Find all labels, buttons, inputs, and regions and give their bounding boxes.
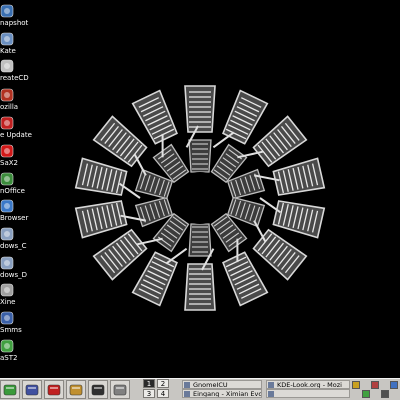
yast-icon (0, 338, 14, 353)
panel-launcher-2[interactable] (22, 380, 42, 399)
mail-icon (184, 391, 190, 397)
workspace-3[interactable]: 3 (143, 389, 155, 398)
desktop-icon-label: dows_D (0, 271, 27, 279)
desktop-background: napshot Kate reateCD ozilla e Update SaX2 nOff… (0, 0, 400, 378)
drive-icon (0, 255, 14, 270)
taskbar-window-button[interactable]: GnomeICU (182, 380, 262, 389)
desktop-icon-label: e Update (0, 131, 32, 139)
desktop-icon-label: Kate (0, 47, 16, 55)
panel-launcher-3[interactable] (44, 380, 64, 399)
text-editor-icon (0, 31, 14, 46)
cd-burn-icon (0, 58, 14, 73)
mobile-icon (0, 310, 14, 325)
speaker-icon[interactable] (380, 390, 389, 398)
workspace-1[interactable]: 1 (143, 379, 155, 388)
desktop-icon-label: ozilla (0, 103, 19, 111)
desktop-icon-label: SaX2 (0, 159, 18, 167)
drive-icon (0, 226, 14, 241)
panel-launcher-4[interactable] (66, 380, 86, 399)
openoffice-icon (0, 171, 14, 186)
panel-launcher-5[interactable] (88, 380, 108, 399)
xine-player-icon (0, 282, 14, 297)
workspace-2[interactable]: 2 (157, 379, 169, 388)
desktop-icon-label: dows_C (0, 242, 27, 250)
panel-launcher-1[interactable] (0, 380, 20, 399)
screensaver-icon[interactable] (390, 381, 398, 389)
bottom-panel: 1 2 3 4 GnomeICU KDE-Look.org - Mozi Eingang -… (0, 378, 400, 400)
desktop-icon-label: Xine (0, 298, 16, 306)
mozilla-icon (268, 382, 274, 388)
mozilla-icon (0, 87, 14, 102)
workspace-4[interactable]: 4 (157, 389, 169, 398)
taskbar-window-button[interactable]: KDE-Look.org - Mozi (266, 380, 350, 389)
wallpaper-sculpture-image (74, 85, 326, 311)
desktop-icon-label: aST2 (0, 354, 18, 362)
desktop-icon-13[interactable]: aST2 (0, 338, 34, 374)
taskbar-window-title: KDE-Look.org - Mozi (277, 381, 342, 389)
window-icon (268, 391, 274, 397)
panel-launcher-6[interactable] (110, 380, 130, 399)
chat-icon (184, 382, 190, 388)
desktop-icon-label: napshot (0, 19, 29, 27)
taskbar-window-title: Eingang - Ximian Evo (193, 390, 262, 398)
lock-icon[interactable] (352, 381, 360, 389)
camera-icon (0, 3, 14, 18)
workspace-pager: 1234 (143, 379, 171, 399)
sax2-x-icon (0, 143, 14, 158)
tray-app-icon[interactable] (371, 381, 379, 389)
taskbar-window-button[interactable]: Eingang - Ximian Evo (182, 389, 262, 398)
network-icon[interactable] (361, 390, 370, 398)
globe-icon (0, 198, 14, 213)
update-icon (0, 115, 14, 130)
taskbar-window-button[interactable] (266, 389, 350, 398)
desktop-icon-label: reateCD (0, 74, 29, 82)
desktop-icon-label: Browser (0, 214, 29, 222)
desktop-icon-label: Smms (0, 326, 22, 334)
desktop-icon-label: nOffice (0, 187, 25, 195)
taskbar-window-title: GnomeICU (193, 381, 228, 389)
